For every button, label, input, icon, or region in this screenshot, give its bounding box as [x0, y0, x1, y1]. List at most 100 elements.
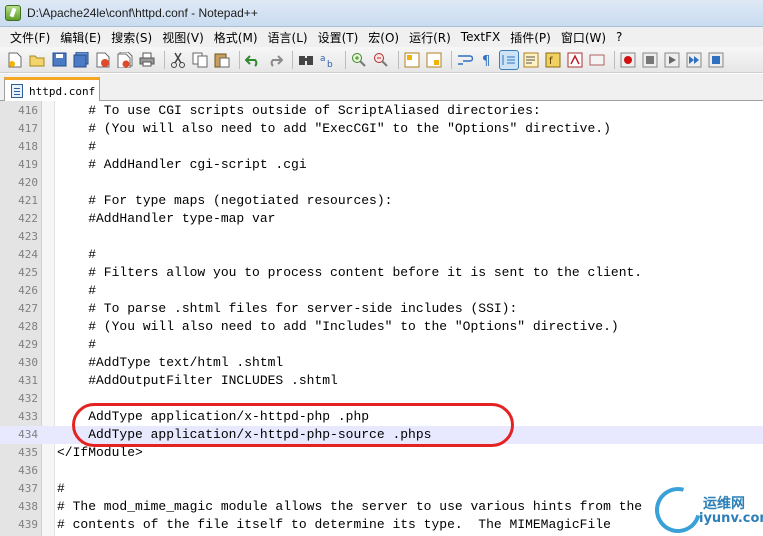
code-line[interactable]: 426 #	[0, 282, 763, 300]
line-number: 433	[18, 410, 38, 423]
code-line[interactable]: 430 #AddType text/html .shtml	[0, 354, 763, 372]
line-number: 427	[18, 302, 38, 315]
line-number: 432	[18, 392, 38, 405]
toolbar-separator	[345, 50, 346, 69]
code-line[interactable]: 427 # To parse .shtml files for server-s…	[0, 300, 763, 318]
toolbar-separator	[292, 50, 293, 69]
menu-item[interactable]: 编辑(E)	[55, 29, 106, 46]
line-number: 429	[18, 338, 38, 351]
code-text: #AddHandler type-map var	[57, 211, 276, 226]
tab-httpd-conf[interactable]: httpd.conf	[4, 77, 100, 102]
code-line[interactable]: 423	[0, 228, 763, 246]
toolbar-separator	[164, 50, 165, 69]
function-list-icon[interactable]: f	[544, 51, 562, 69]
line-number: 424	[18, 248, 38, 261]
folder-workspace-icon[interactable]	[566, 51, 584, 69]
menu-item[interactable]: 格式(M)	[209, 29, 263, 46]
menu-item[interactable]: 搜索(S)	[106, 29, 157, 46]
menu-item[interactable]: 视图(V)	[157, 29, 209, 46]
zoom-in-icon[interactable]	[350, 51, 368, 69]
svg-text:b: b	[327, 60, 333, 68]
tab-label: httpd.conf	[29, 84, 96, 98]
doc-map-icon[interactable]	[522, 51, 540, 69]
notepadpp-app-icon[interactable]	[5, 5, 21, 21]
paste-icon[interactable]	[213, 51, 231, 69]
menu-item[interactable]: TextFX	[456, 30, 505, 44]
monitoring-icon[interactable]	[588, 51, 606, 69]
code-line[interactable]: 421 # For type maps (negotiated resource…	[0, 192, 763, 210]
zoom-out-icon[interactable]	[372, 51, 390, 69]
indent-guide-icon[interactable]	[499, 49, 519, 70]
annotation-red-oval	[72, 403, 514, 447]
word-wrap-icon[interactable]	[456, 51, 474, 69]
code-line[interactable]: 431 #AddOutputFilter INCLUDES .shtml	[0, 372, 763, 390]
menu-item[interactable]: 文件(F)	[5, 29, 55, 46]
code-text: # (You will also need to add "ExecCGI" t…	[57, 121, 611, 136]
code-text: # (You will also need to add "Includes" …	[57, 319, 619, 334]
save-icon[interactable]	[50, 51, 68, 69]
code-text: #	[57, 337, 97, 352]
tab-strip: httpd.conf	[0, 74, 763, 102]
code-text: #	[57, 139, 97, 154]
record-macro-icon[interactable]	[619, 51, 637, 69]
code-line[interactable]: 417 # (You will also need to add "ExecCG…	[0, 120, 763, 138]
code-text: #AddOutputFilter INCLUDES .shtml	[57, 373, 338, 388]
toolbar-separator	[398, 50, 399, 69]
run-macro-multiple-icon[interactable]	[685, 51, 703, 69]
code-line[interactable]: 419 # AddHandler cgi-script .cgi	[0, 156, 763, 174]
code-line[interactable]: 416 # To use CGI scripts outside of Scri…	[0, 102, 763, 120]
code-line[interactable]: 436	[0, 462, 763, 480]
line-number: 421	[18, 194, 38, 207]
redo-icon[interactable]	[266, 51, 284, 69]
cut-icon[interactable]	[169, 51, 187, 69]
code-line[interactable]: 437 #	[0, 480, 763, 498]
menu-item[interactable]: ?	[611, 30, 627, 44]
menu-item[interactable]: 设置(T)	[313, 29, 364, 46]
code-line[interactable]: 425 # Filters allow you to process conte…	[0, 264, 763, 282]
new-file-icon[interactable]	[6, 51, 24, 69]
code-line[interactable]: 424 #	[0, 246, 763, 264]
code-line[interactable]: 439 # contents of the file itself to dete…	[0, 516, 763, 534]
replace-icon[interactable]: ab	[319, 51, 337, 69]
show-all-chars-icon[interactable]: ¶	[478, 51, 496, 69]
svg-text:a: a	[320, 54, 326, 64]
menu-item[interactable]: 运行(R)	[404, 29, 456, 46]
stop-record-icon[interactable]	[641, 51, 659, 69]
editor[interactable]: 416 # To use CGI scripts outside of Scri…	[0, 101, 763, 536]
sync-h-icon[interactable]	[425, 51, 443, 69]
code-line[interactable]: 418 #	[0, 138, 763, 156]
line-number: 428	[18, 320, 38, 333]
close-all-icon[interactable]	[116, 51, 134, 69]
sync-v-icon[interactable]	[403, 51, 421, 69]
code-line[interactable]: 438 # The mod_mime_magic module allows th…	[0, 498, 763, 516]
close-icon[interactable]	[94, 51, 112, 69]
line-number: 434	[18, 428, 38, 441]
watermark-logo-icon	[646, 478, 710, 536]
menu-item[interactable]: 窗口(W)	[556, 29, 611, 46]
line-number: 420	[18, 176, 38, 189]
window-title: D:\Apache24le\conf\httpd.conf - Notepad+…	[27, 6, 258, 20]
code-line[interactable]: 420	[0, 174, 763, 192]
code-line[interactable]: 428 # (You will also need to add "Includ…	[0, 318, 763, 336]
undo-icon[interactable]	[244, 51, 262, 69]
line-number: 417	[18, 122, 38, 135]
line-number: 436	[18, 464, 38, 477]
menu-item[interactable]: 插件(P)	[505, 29, 556, 46]
save-macro-icon[interactable]	[707, 51, 725, 69]
open-file-icon[interactable]	[28, 51, 46, 69]
print-icon[interactable]	[138, 51, 156, 69]
code-text: # The mod_mime_magic module allows the s…	[57, 499, 643, 514]
code-line[interactable]: 422 #AddHandler type-map var	[0, 210, 763, 228]
line-number: 437	[18, 482, 38, 495]
toolbar-separator	[451, 50, 452, 69]
play-macro-icon[interactable]	[663, 51, 681, 69]
menu-item[interactable]: 宏(O)	[363, 29, 404, 46]
watermark-url: iyunv.com	[699, 511, 763, 526]
find-icon[interactable]	[297, 51, 315, 69]
copy-icon[interactable]	[191, 51, 209, 69]
toolbar: ab ¶ f	[0, 47, 763, 73]
menu-item[interactable]: 语言(L)	[263, 29, 313, 46]
save-all-icon[interactable]	[72, 51, 90, 69]
line-number: 431	[18, 374, 38, 387]
code-line[interactable]: 429 #	[0, 336, 763, 354]
